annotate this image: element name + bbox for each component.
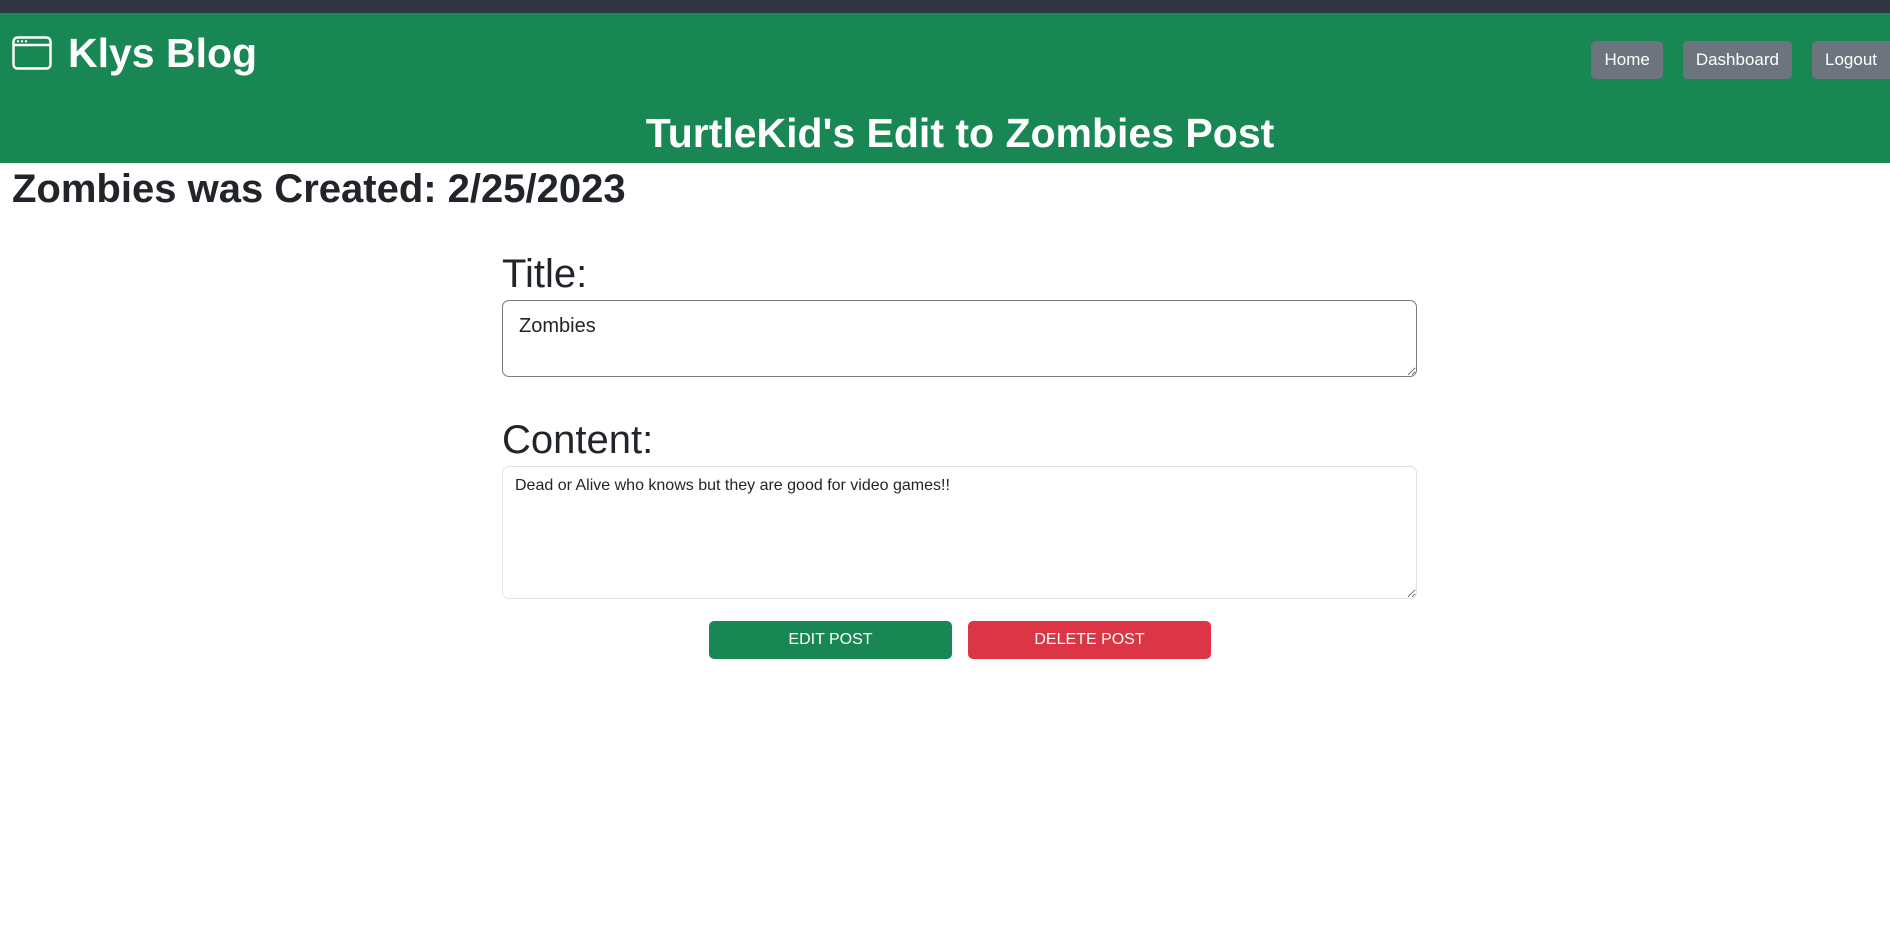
brand[interactable]: Klys Blog [12,31,257,75]
brand-name: Klys Blog [68,30,258,76]
browser-window-icon [12,36,52,70]
main-nav: Home Dashboard Logout [1571,41,1890,79]
content-label: Content: [502,418,654,462]
site-header: Klys Blog Home Dashboard Logout TurtleKi… [0,13,1890,163]
title-input[interactable]: Zombies [502,300,1417,377]
logout-button[interactable]: Logout [1812,41,1890,79]
dashboard-button[interactable]: Dashboard [1682,41,1792,79]
page-title: TurtleKid's Edit to Zombies Post [645,110,1275,156]
delete-post-button[interactable]: DELETE POST [968,621,1211,659]
home-button[interactable]: Home [1591,41,1663,79]
edit-post-form: Title: Zombies Content: Dead or Alive wh… [502,250,1417,599]
created-heading: Zombies was Created: 2/25/2023 [12,167,626,211]
form-actions: EDIT POST DELETE POST [709,621,1211,659]
content-input[interactable]: Dead or Alive who knows but they are goo… [502,466,1417,599]
edit-post-button[interactable]: EDIT POST [709,621,952,659]
browser-top-strip [0,0,1890,13]
title-label: Title: [502,252,588,296]
